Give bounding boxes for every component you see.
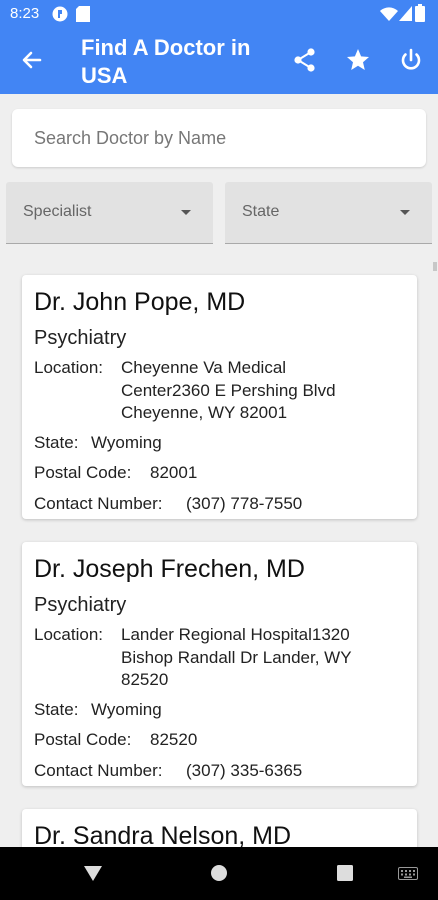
contact-number-label: Contact Number: [34,761,163,780]
nav-back-icon[interactable] [84,866,102,881]
battery-icon [415,4,425,22]
status-time: 8:23 [10,5,40,22]
system-navigation-bar [0,847,438,900]
chevron-down-icon [181,210,191,215]
power-icon[interactable] [397,46,425,74]
doctor-name: Dr. John Pope, MD [34,288,246,316]
state-label: State: [34,700,79,719]
specialist-dropdown-label: Specialist [23,203,92,220]
contact-number-value[interactable]: (307) 778-7550 [186,493,302,516]
state-label: State: [34,433,79,452]
sd-card-icon [76,6,90,22]
status-bar: 8:23 [0,0,438,28]
doctor-specialty: Psychiatry [34,327,127,349]
state-value: Wyoming [91,433,162,452]
share-icon[interactable] [291,46,319,74]
location-label: Location: [34,358,103,377]
doctor-card[interactable]: Dr. John Pope, MD Psychiatry Location: C… [22,275,417,519]
postal-code-value: 82001 [150,463,198,482]
specialist-dropdown[interactable]: Specialist [6,182,213,244]
location-label: Location: [34,625,103,644]
location-value: Cheyenne Va Medical Center2360 E Pershin… [121,358,336,422]
doctor-name: Dr. Joseph Frechen, MD [34,555,305,583]
signal-icon [399,6,412,21]
contact-number-label: Contact Number: [34,494,163,513]
app-bar: Find A Doctor in USA [0,28,438,94]
state-value: Wyoming [91,700,162,719]
location-value: Lander Regional Hospital1320 Bishop Rand… [121,625,352,689]
postal-code-label: Postal Code: [34,730,132,749]
wifi-icon [380,7,398,21]
back-arrow-icon[interactable] [18,46,46,74]
sync-icon [52,6,68,22]
doctor-specialty: Psychiatry [34,594,127,616]
page-title: Find A Doctor in USA [81,35,251,88]
scrollbar[interactable] [433,262,437,271]
keyboard-icon[interactable] [398,867,418,880]
doctor-card[interactable]: Dr. Joseph Frechen, MD Psychiatry Locati… [22,542,417,786]
nav-home-icon[interactable] [211,865,227,881]
state-dropdown-label: State [242,203,280,220]
search-input[interactable] [12,109,426,167]
postal-code-value: 82520 [150,730,198,749]
contact-number-value[interactable]: (307) 335-6365 [186,760,302,783]
search-box [12,109,426,167]
postal-code-label: Postal Code: [34,463,132,482]
chevron-down-icon [400,210,410,215]
state-dropdown[interactable]: State [225,182,432,244]
nav-recents-icon[interactable] [337,865,353,881]
star-icon[interactable] [344,46,372,74]
